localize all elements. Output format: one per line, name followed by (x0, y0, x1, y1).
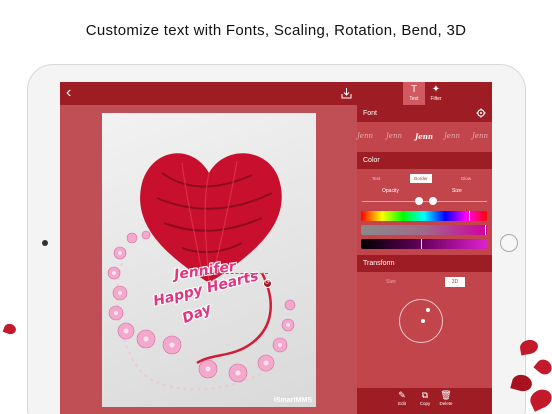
selection-guide (206, 273, 268, 274)
transform-tabs: Size 3D (357, 277, 492, 289)
tab-filter[interactable]: ✦ Filter (425, 82, 447, 105)
font-option[interactable]: Jenn (444, 132, 460, 140)
saturation-slider[interactable] (361, 225, 487, 235)
heart-photo (107, 153, 296, 391)
top-toolbar: ‹ T Text ✦ Filter (60, 82, 492, 105)
canvas-area: Jennifer Happy Hearts Day ⟳ iSmartMMS (60, 105, 357, 414)
hue-slider-marker[interactable] (469, 211, 470, 221)
app-screen: ‹ T Text ✦ Filter Jennifer Happy Hearts … (60, 82, 492, 414)
petal-decoration (527, 386, 552, 412)
hue-slider[interactable] (361, 211, 487, 221)
watermark: iSmartMMS (273, 397, 312, 404)
copy-button[interactable]: ⧉ Copy (416, 390, 434, 407)
font-option[interactable]: Jenn (386, 132, 402, 140)
tab-filter-label: Filter (430, 96, 442, 102)
copy-icon: ⧉ (421, 390, 429, 400)
bottom-toolbar: ✎ Edit ⧉ Copy 🗑 Delete (357, 388, 492, 414)
tab-text-label: Text (409, 96, 419, 102)
gear-icon[interactable] (476, 108, 486, 118)
edit-label: Edit (398, 401, 406, 406)
petal-decoration (2, 322, 18, 336)
tab-text[interactable]: T Text (403, 82, 425, 105)
delete-label: Delete (439, 401, 453, 406)
transform-tab-3d[interactable]: 3D (445, 277, 465, 287)
opacity-size-track (362, 201, 487, 202)
text-icon: T (410, 84, 418, 95)
font-title: Font (363, 110, 378, 117)
copy-label: Copy (419, 401, 431, 406)
download-icon[interactable] (341, 87, 352, 99)
transform-tab-size[interactable]: Size (381, 277, 401, 287)
delete-button[interactable]: 🗑 Delete (437, 390, 455, 407)
saturation-slider-marker[interactable] (485, 225, 486, 235)
font-option[interactable]: Jenn (357, 132, 373, 140)
side-panel: Font Jenn Jenn Jenn Jenn Jenn Color Text… (357, 105, 492, 414)
magic-wand-icon: ✦ (431, 84, 441, 95)
3d-rotation-knob[interactable] (421, 319, 425, 323)
font-option-selected[interactable]: Jenn (415, 132, 433, 141)
opacity-slider-knob[interactable] (415, 197, 423, 205)
size-label: Size (452, 188, 462, 194)
color-title: Color (363, 157, 380, 164)
transform-title: Transform (363, 260, 395, 267)
edit-button[interactable]: ✎ Edit (393, 390, 411, 407)
photo-canvas[interactable]: Jennifer Happy Hearts Day ⟳ iSmartMMS (102, 113, 316, 407)
pencil-icon: ✎ (398, 390, 406, 400)
color-tabs: Text Border Glow (365, 174, 487, 184)
back-button[interactable]: ‹ (66, 85, 80, 101)
ipad-home-button (500, 234, 518, 252)
ipad-camera (42, 240, 48, 246)
rotate-handle-icon[interactable]: ⟳ (263, 279, 272, 288)
color-tab-text[interactable]: Text (365, 174, 387, 183)
trash-icon: 🗑 (440, 390, 452, 400)
color-tab-border[interactable]: Border (410, 174, 432, 183)
color-header: Color (357, 152, 492, 169)
size-slider-knob[interactable] (429, 197, 437, 205)
headline: Customize text with Fonts, Scaling, Rota… (85, 22, 467, 39)
3d-rotation-pad[interactable] (399, 299, 443, 343)
transform-header: Transform (357, 255, 492, 272)
brightness-slider-marker[interactable] (421, 239, 422, 249)
font-header: Font (357, 105, 492, 122)
3d-rotation-indicator (426, 308, 430, 312)
petal-decoration (533, 356, 552, 378)
font-option[interactable]: Jenn (472, 132, 488, 140)
font-list: Jenn Jenn Jenn Jenn Jenn (357, 129, 492, 145)
color-tab-glow[interactable]: Glow (455, 174, 477, 183)
brightness-slider[interactable] (361, 239, 487, 249)
opacity-label: Opacity (382, 188, 399, 194)
